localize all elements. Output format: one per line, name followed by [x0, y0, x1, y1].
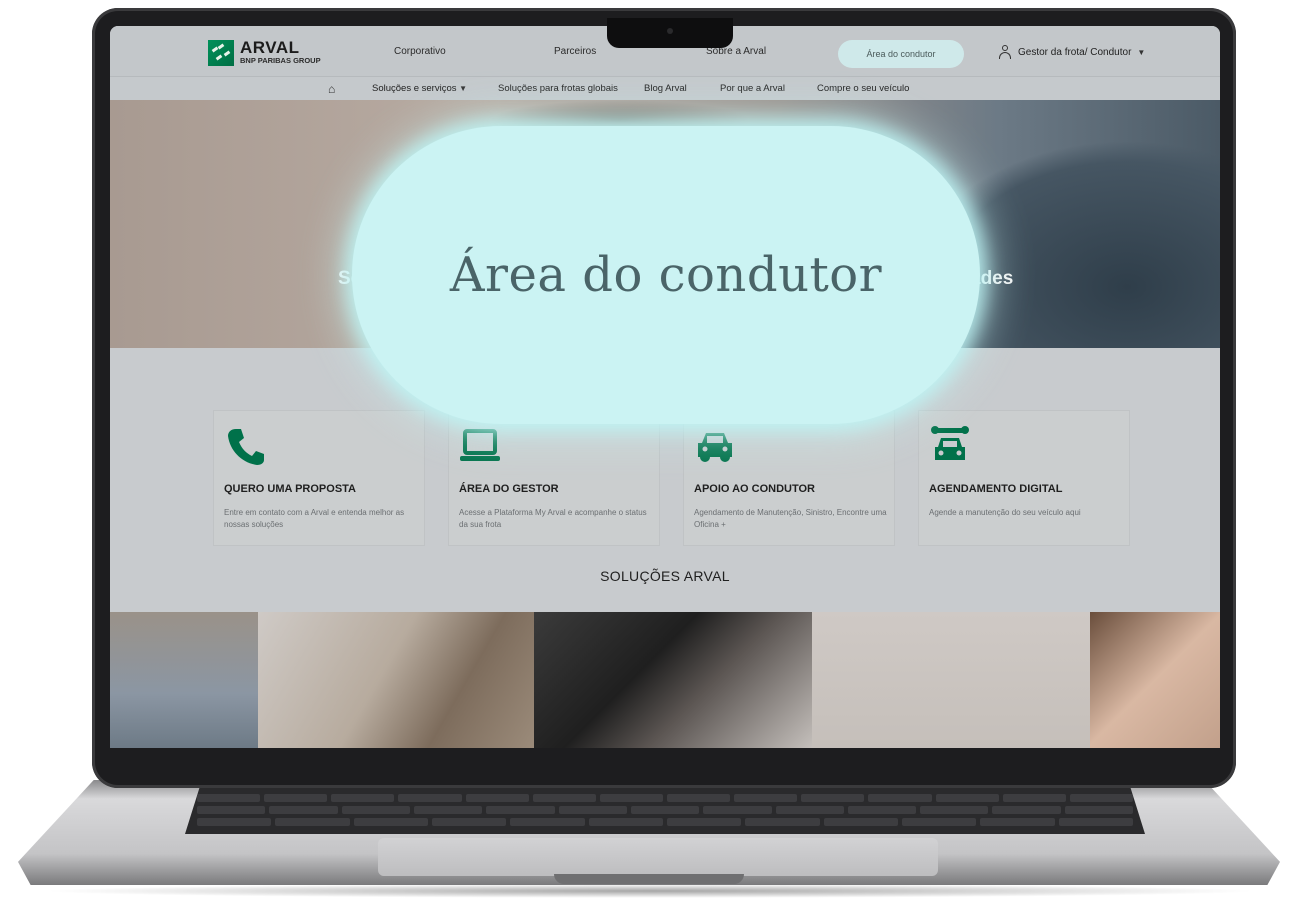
solution-image[interactable] [110, 612, 258, 748]
card-title: AGENDAMENTO DIGITAL [929, 483, 1063, 495]
nav-solucoes-servicos[interactable]: Soluções e serviços ▼ [372, 83, 467, 94]
brand-subtitle: BNP PARIBAS GROUP [240, 56, 321, 65]
arval-logo[interactable]: ARVAL BNP PARIBAS GROUP [208, 38, 338, 66]
laptop-trackpad [378, 838, 938, 876]
phone-icon [228, 429, 264, 465]
card-description: Agendamento de Manutenção, Sinistro, Enc… [694, 508, 887, 529]
laptop-front-notch [554, 874, 744, 884]
card-quero-proposta[interactable]: QUERO UMA PROPOSTA Entre em contato com … [213, 410, 425, 546]
card-title: APOIO AO CONDUTOR [694, 483, 816, 495]
section-title: SOLUÇÕES ARVAL [600, 568, 730, 584]
laptop-icon [460, 429, 500, 461]
home-icon[interactable]: ⌂ [328, 82, 335, 96]
main-navbar: ⌂ Soluções e serviços ▼ Soluções para fr… [110, 76, 1220, 101]
card-description: Agende a manutenção do seu veículo aqui [929, 508, 1081, 517]
nav-por-que-arval[interactable]: Por que a Arval [720, 83, 785, 94]
driver-area-callout: Área do condutor [352, 126, 980, 424]
nav-compre-veiculo[interactable]: Compre o seu veículo [817, 83, 909, 94]
callout-text: Área do condutor [449, 247, 883, 303]
nav-solucoes-servicos-label: Soluções e serviços [372, 83, 457, 94]
chevron-down-icon: ▼ [1137, 47, 1146, 57]
solution-image[interactable] [534, 612, 812, 748]
car-icon [698, 433, 732, 462]
user-menu-label: Gestor da frota/ Condutor [1018, 46, 1132, 58]
card-apoio-condutor[interactable]: APOIO AO CONDUTOR Agendamento de Manuten… [683, 410, 895, 546]
user-icon [998, 45, 1012, 59]
toplink-corporativo[interactable]: Corporativo [394, 46, 446, 57]
laptop-shadow [40, 884, 1260, 898]
nav-frotas-globais[interactable]: Soluções para frotas globais [498, 83, 618, 94]
toplink-parceiros[interactable]: Parceiros [554, 46, 596, 57]
card-description: Entre em contato com a Arval e entenda m… [224, 508, 405, 529]
car-service-icon [931, 426, 969, 460]
camera-icon [667, 28, 673, 34]
card-title: ÁREA DO GESTOR [459, 483, 559, 495]
nav-blog[interactable]: Blog Arval [644, 83, 687, 94]
user-menu[interactable]: Gestor da frota/ Condutor ▼ [998, 44, 1145, 60]
solution-image[interactable] [812, 612, 1090, 748]
driver-area-button[interactable]: Área do condutor [838, 40, 964, 68]
card-title: QUERO UMA PROPOSTA [224, 483, 357, 495]
solutions-image-strip [110, 612, 1220, 748]
bnp-stars-icon [208, 40, 234, 66]
laptop-keyboard [185, 788, 1145, 834]
camera-notch [607, 18, 733, 48]
card-area-gestor[interactable]: ÁREA DO GESTOR Acesse a Plataforma My Ar… [448, 410, 660, 546]
card-description: Acesse a Plataforma My Arval e acompanhe… [459, 508, 647, 529]
chevron-down-icon: ▼ [459, 84, 468, 93]
solution-image[interactable] [1090, 612, 1220, 748]
solution-image[interactable] [258, 612, 534, 748]
brand-name: ARVAL [240, 38, 300, 57]
card-agendamento-digital[interactable]: AGENDAMENTO DIGITAL Agende a manutenção … [918, 410, 1130, 546]
